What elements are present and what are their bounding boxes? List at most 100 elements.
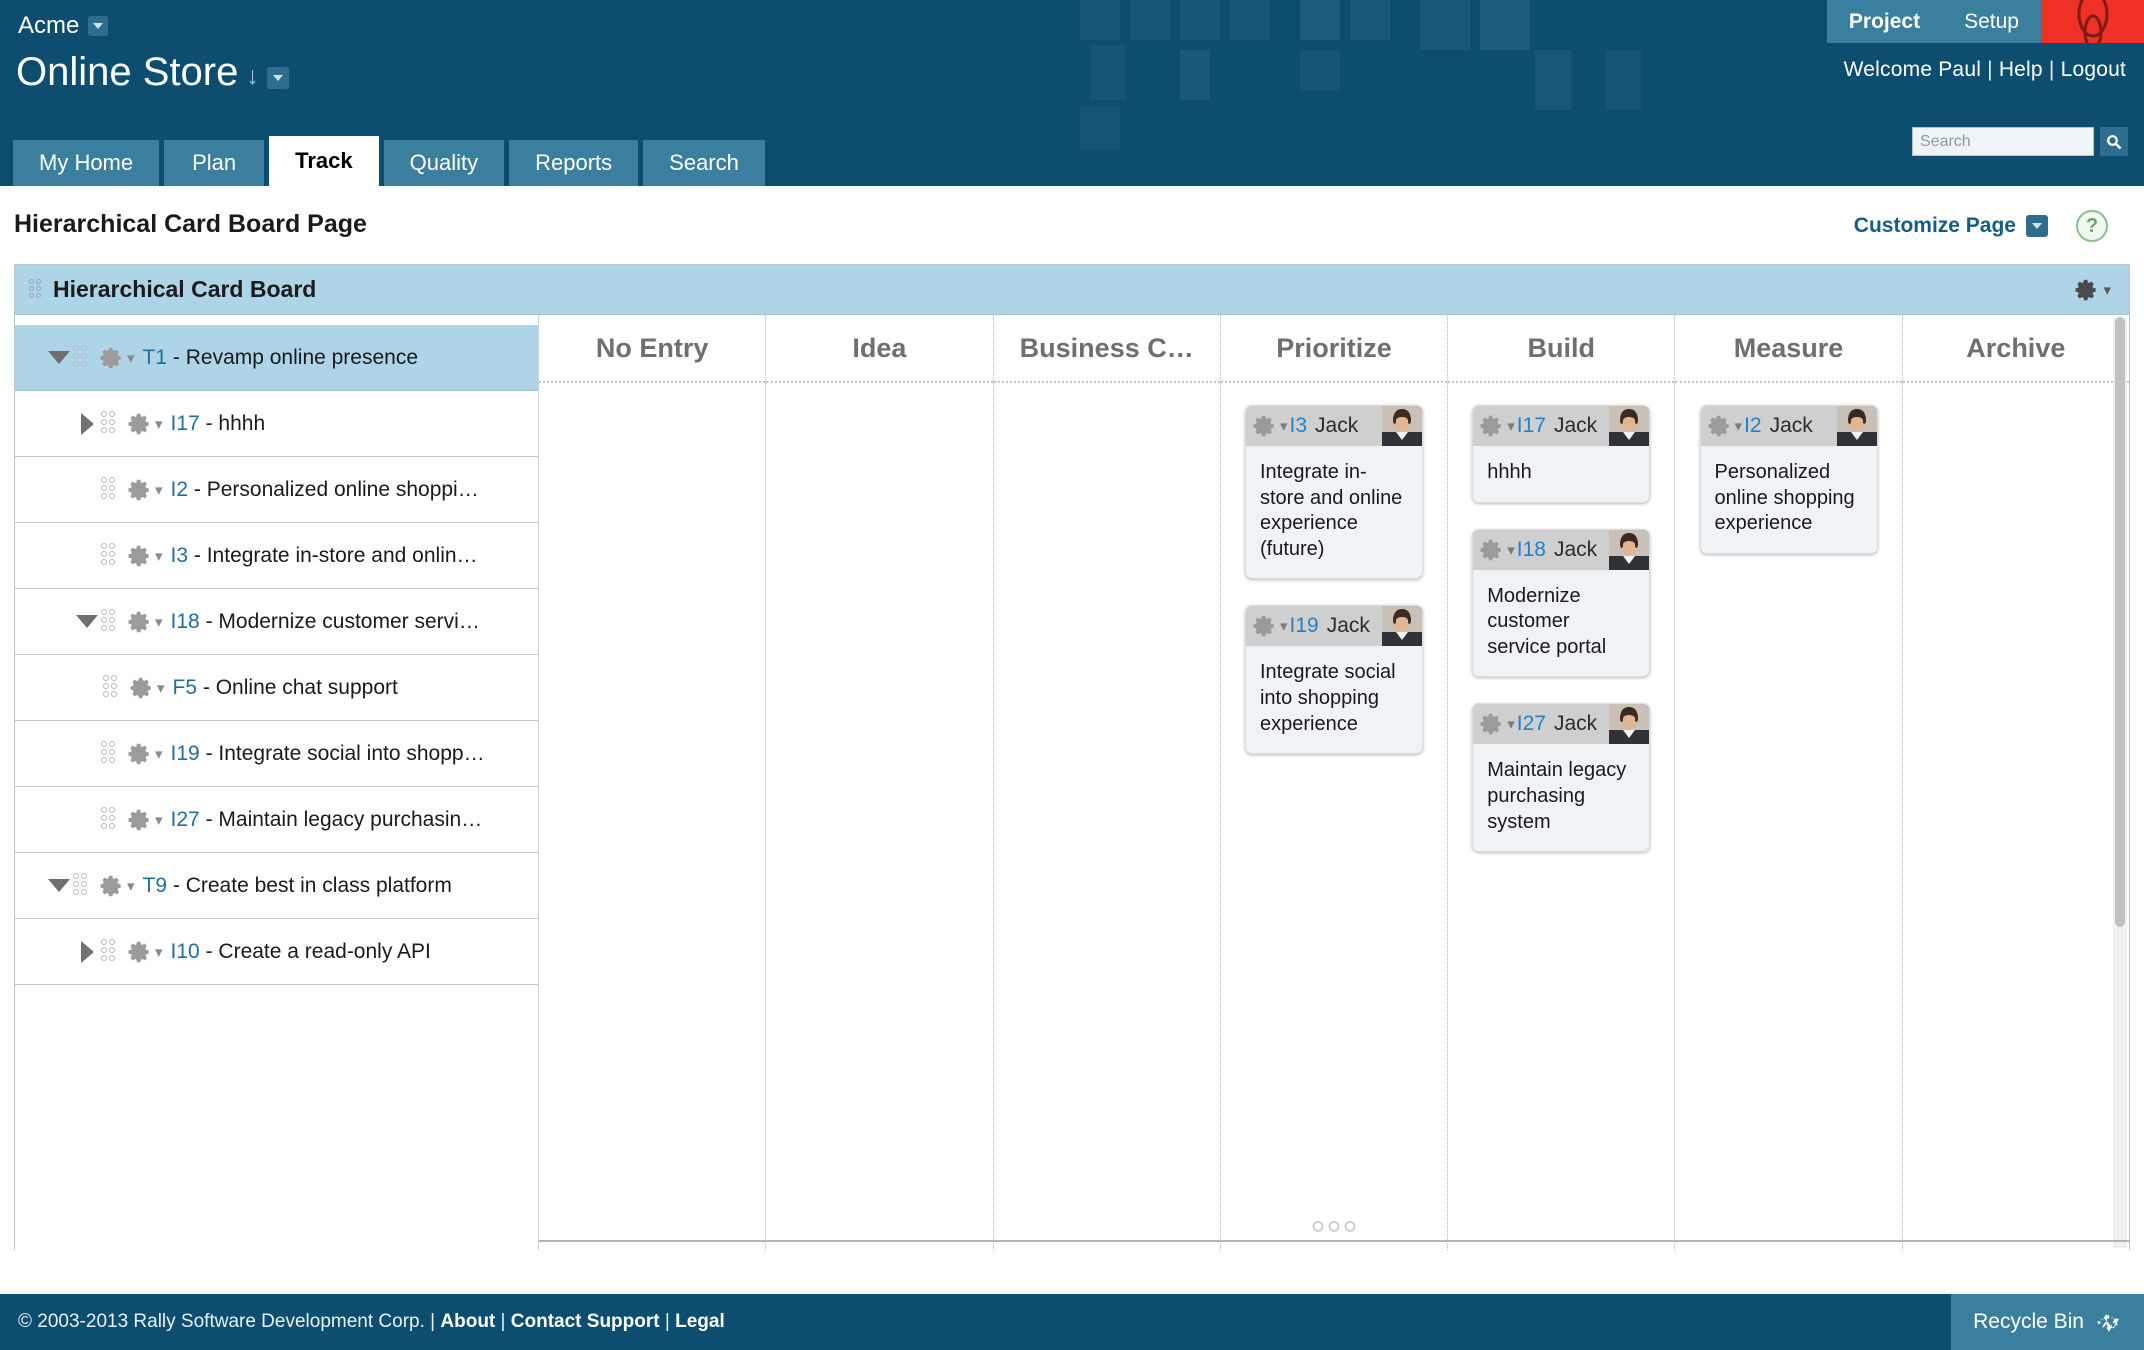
row-actions-button[interactable]: ▾ <box>127 939 163 965</box>
tree-row-id[interactable]: F5 <box>173 676 198 699</box>
drag-handle-icon[interactable] <box>101 410 119 437</box>
row-actions-button[interactable]: ▾ <box>99 345 135 371</box>
card-actions-button[interactable]: ▾ <box>1479 711 1515 737</box>
nav-setup[interactable]: Setup <box>1942 0 2041 43</box>
drag-handle-icon[interactable] <box>101 608 119 635</box>
card-id-link[interactable]: I17 <box>1517 414 1546 438</box>
board-card[interactable]: ▾ I17 Jack hhhh <box>1472 405 1651 503</box>
down-arrow-icon[interactable]: ↓ <box>246 62 259 95</box>
board-card[interactable]: ▾ I18 Jack Modernize customer service po… <box>1472 528 1651 678</box>
column-drop-zone[interactable] <box>994 383 1220 405</box>
project-switcher[interactable]: Online Store ↓ <box>16 50 289 95</box>
tab-search[interactable]: Search <box>643 140 765 186</box>
recycle-bin-button[interactable]: Recycle Bin <box>1951 1294 2144 1350</box>
column-drop-zone[interactable]: ▾ I17 Jack hhhh ▾ I18 Jack Modernize cus… <box>1448 383 1674 878</box>
drag-handle-icon[interactable] <box>101 806 119 833</box>
tree-twisty-closed-icon[interactable] <box>73 391 101 456</box>
drag-handle-icon[interactable] <box>29 278 43 301</box>
tree-row[interactable]: ▾ I19 - Integrate social into shopp… <box>15 721 538 787</box>
customize-page-button[interactable]: Customize Page <box>1854 214 2048 238</box>
tree-twisty-closed-icon[interactable] <box>73 919 101 984</box>
chevron-down-icon[interactable] <box>266 67 289 89</box>
tab-reports[interactable]: Reports <box>509 140 639 186</box>
tree-row-id[interactable]: I19 <box>171 742 200 765</box>
board-pager-dots[interactable] <box>1312 1221 1356 1232</box>
tree-twisty-open-icon[interactable] <box>45 325 73 390</box>
tree-row-id[interactable]: I17 <box>171 412 200 435</box>
card-id-link[interactable]: I27 <box>1517 712 1546 736</box>
row-actions-button[interactable]: ▾ <box>127 807 163 833</box>
card-actions-button[interactable]: ▾ <box>1479 413 1515 439</box>
tree-row-id[interactable]: I2 <box>171 478 189 501</box>
tree-twisty-open-icon[interactable] <box>45 853 73 918</box>
tree-row-id[interactable]: I18 <box>171 610 200 633</box>
board-card[interactable]: ▾ I2 Jack Personalized online shopping e… <box>1699 405 1878 554</box>
card-id-link[interactable]: I3 <box>1290 414 1308 438</box>
board-card[interactable]: ▾ I3 Jack Integrate in-store and online … <box>1244 405 1423 580</box>
tab-plan[interactable]: Plan <box>164 140 265 186</box>
row-actions-button[interactable]: ▾ <box>127 741 163 767</box>
tree-twisty-open-icon[interactable] <box>73 589 101 654</box>
contact-support-link[interactable]: Contact Support <box>511 1311 660 1332</box>
card-actions-button[interactable]: ▾ <box>1252 413 1288 439</box>
tab-my-home[interactable]: My Home <box>13 140 160 186</box>
row-actions-button[interactable]: ▾ <box>127 609 163 635</box>
drag-handle-icon[interactable] <box>103 674 121 701</box>
tab-quality[interactable]: Quality <box>383 140 505 186</box>
card-actions-button[interactable]: ▾ <box>1479 537 1515 563</box>
tree-row-name: Personalized online shoppi… <box>206 477 479 501</box>
tree-row-id[interactable]: T1 <box>143 346 168 369</box>
tree-row-id[interactable]: I3 <box>171 544 189 567</box>
chevron-down-icon[interactable] <box>88 16 109 36</box>
column-drop-zone[interactable]: ▾ I2 Jack Personalized online shopping e… <box>1675 383 1901 580</box>
tree-row[interactable]: ▾ I27 - Maintain legacy purchasin… <box>15 787 538 853</box>
help-link[interactable]: Help <box>1999 58 2043 81</box>
board-scrollbar[interactable] <box>2113 317 2127 1248</box>
tree-row[interactable]: ▾ I3 - Integrate in-store and onlin… <box>15 523 538 589</box>
card-actions-button[interactable]: ▾ <box>1252 613 1288 639</box>
scrollbar-thumb[interactable] <box>2115 317 2125 927</box>
column-drop-zone[interactable] <box>539 383 765 405</box>
tree-row[interactable]: ▾ T1 - Revamp online presence <box>15 325 538 391</box>
row-actions-button[interactable]: ▾ <box>127 543 163 569</box>
help-icon[interactable]: ? <box>2076 210 2108 242</box>
column-drop-zone[interactable]: ▾ I3 Jack Integrate in-store and online … <box>1221 383 1447 780</box>
logout-link[interactable]: Logout <box>2061 58 2126 81</box>
card-actions-button[interactable]: ▾ <box>1707 413 1742 439</box>
row-actions-button[interactable]: ▾ <box>129 675 165 701</box>
board-card[interactable]: ▾ I27 Jack Maintain legacy purchasing sy… <box>1472 703 1651 853</box>
about-link[interactable]: About <box>440 1311 495 1332</box>
column-drop-zone[interactable] <box>1903 383 2129 405</box>
search-button[interactable] <box>2100 127 2128 156</box>
card-id-link[interactable]: I2 <box>1744 414 1762 438</box>
card-id-link[interactable]: I18 <box>1517 538 1546 562</box>
organization-switcher[interactable]: Acme <box>18 12 109 40</box>
row-actions-button[interactable]: ▾ <box>99 873 135 899</box>
tab-track[interactable]: Track <box>269 136 379 186</box>
row-actions-button[interactable]: ▾ <box>127 411 163 437</box>
column-drop-zone[interactable] <box>766 383 992 405</box>
drag-handle-icon[interactable] <box>101 740 119 767</box>
panel-settings-button[interactable]: ▾ <box>2074 277 2111 303</box>
drag-handle-icon[interactable] <box>73 872 91 899</box>
tree-row-id[interactable]: T9 <box>143 874 168 897</box>
tree-row[interactable]: ▾ I10 - Create a read-only API <box>15 919 538 985</box>
drag-handle-icon[interactable] <box>73 344 91 371</box>
board-card[interactable]: ▾ I19 Jack Integrate social into shoppin… <box>1244 605 1423 755</box>
row-actions-button[interactable]: ▾ <box>127 477 163 503</box>
drag-handle-icon[interactable] <box>101 542 119 569</box>
card-id-link[interactable]: I19 <box>1290 614 1319 638</box>
tree-row-id[interactable]: I27 <box>171 808 200 831</box>
search-input[interactable] <box>1912 127 2094 156</box>
tree-row[interactable]: ▾ I2 - Personalized online shoppi… <box>15 457 538 523</box>
tree-row[interactable]: ▾ F5 - Online chat support <box>15 655 538 721</box>
tree-row-id[interactable]: I10 <box>171 940 200 963</box>
drag-handle-icon[interactable] <box>101 476 119 503</box>
legal-link[interactable]: Legal <box>675 1311 725 1332</box>
tree-row[interactable]: ▾ T9 - Create best in class platform <box>15 853 538 919</box>
tree-row[interactable]: ▾ I18 - Modernize customer servi… <box>15 589 538 655</box>
drag-handle-icon[interactable] <box>101 938 119 965</box>
chevron-down-icon[interactable] <box>2026 215 2048 237</box>
nav-project[interactable]: Project <box>1826 0 1943 43</box>
tree-row[interactable]: ▾ I17 - hhhh <box>15 391 538 457</box>
